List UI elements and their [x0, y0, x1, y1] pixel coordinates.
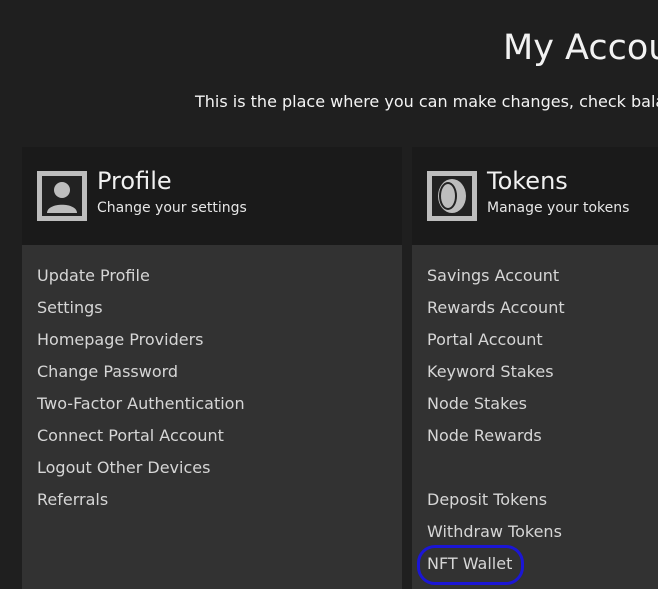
profile-link-list: Update Profile Settings Homepage Provide… [37, 264, 245, 520]
list-item: Savings Account [427, 264, 565, 296]
list-item: Connect Portal Account [37, 424, 245, 456]
list-item: Homepage Providers [37, 328, 245, 360]
profile-card-header: Profile Change your settings [22, 147, 402, 245]
connect-portal-account-link[interactable]: Connect Portal Account [37, 426, 224, 445]
list-item: Change Password [37, 360, 245, 392]
list-item: Update Profile [37, 264, 245, 296]
profile-card: Profile Change your settings Update Prof… [22, 147, 402, 589]
list-item: Two-Factor Authentication [37, 392, 245, 424]
list-item: Keyword Stakes [427, 360, 565, 392]
deposit-tokens-link[interactable]: Deposit Tokens [427, 490, 547, 509]
page-subtitle: This is the place where you can make cha… [195, 92, 658, 111]
two-factor-authentication-link[interactable]: Two-Factor Authentication [37, 394, 245, 413]
savings-account-link[interactable]: Savings Account [427, 266, 559, 285]
update-profile-link[interactable]: Update Profile [37, 266, 150, 285]
nft-wallet-link[interactable]: NFT Wallet [427, 554, 512, 573]
change-password-link[interactable]: Change Password [37, 362, 178, 381]
list-spacer [427, 456, 565, 488]
tokens-link-list: Savings Account Rewards Account Portal A… [416, 264, 565, 585]
list-item: NFT Wallet [416, 545, 565, 585]
rewards-account-link[interactable]: Rewards Account [427, 298, 565, 317]
tokens-card-subtitle: Manage your tokens [487, 200, 630, 216]
node-stakes-link[interactable]: Node Stakes [427, 394, 527, 413]
list-item: Node Rewards [427, 424, 565, 456]
tokens-card-title: Tokens [487, 167, 568, 195]
list-item: Node Stakes [427, 392, 565, 424]
list-item: Settings [37, 296, 245, 328]
profile-card-title: Profile [97, 167, 172, 195]
list-item: Withdraw Tokens [427, 520, 565, 552]
user-icon [37, 171, 87, 221]
node-rewards-link[interactable]: Node Rewards [427, 426, 542, 445]
referrals-link[interactable]: Referrals [37, 490, 108, 509]
withdraw-tokens-link[interactable]: Withdraw Tokens [427, 522, 562, 541]
nft-wallet-highlight: NFT Wallet [416, 545, 525, 585]
homepage-providers-link[interactable]: Homepage Providers [37, 330, 204, 349]
page-title: My Account [503, 28, 658, 68]
list-item: Portal Account [427, 328, 565, 360]
account-page: My Account This is the place where you c… [0, 0, 658, 589]
logout-other-devices-link[interactable]: Logout Other Devices [37, 458, 210, 477]
tokens-card-header: Tokens Manage your tokens [412, 147, 658, 245]
tokens-card: Tokens Manage your tokens Savings Accoun… [412, 147, 658, 589]
list-item: Rewards Account [427, 296, 565, 328]
list-item: Deposit Tokens [427, 488, 565, 520]
profile-card-subtitle: Change your settings [97, 200, 247, 216]
list-item: Logout Other Devices [37, 456, 245, 488]
token-icon [427, 171, 477, 221]
keyword-stakes-link[interactable]: Keyword Stakes [427, 362, 554, 381]
settings-link[interactable]: Settings [37, 298, 103, 317]
portal-account-link[interactable]: Portal Account [427, 330, 543, 349]
list-item: Referrals [37, 488, 245, 520]
